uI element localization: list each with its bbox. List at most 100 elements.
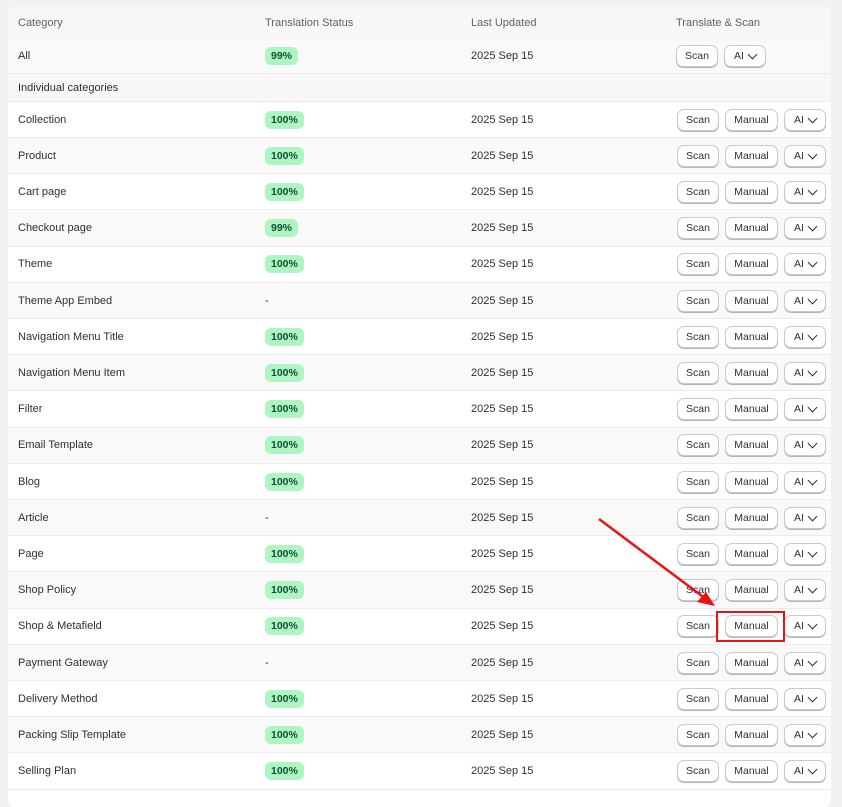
manual-button[interactable]: Manual [725, 180, 778, 203]
scan-button[interactable]: Scan [677, 180, 719, 203]
ai-dropdown-button[interactable]: AI [784, 470, 826, 493]
status-badge: 100% [265, 725, 304, 744]
status-badge: 100% [265, 762, 304, 781]
manual-button[interactable]: Manual [725, 506, 778, 529]
category-name: Collection [18, 113, 67, 126]
scan-button[interactable]: Scan [677, 108, 719, 131]
last-updated: 2025 Sep 15 [471, 113, 534, 126]
category-name: Product [18, 149, 56, 162]
scan-button[interactable]: Scan [677, 579, 719, 602]
scan-button[interactable]: Scan [677, 361, 719, 384]
chevron-down-icon [807, 366, 818, 377]
ai-dropdown-button[interactable]: AI [784, 108, 826, 131]
translation-table: Category Translation Status Last Updated… [8, 7, 831, 807]
manual-button[interactable]: Manual [725, 144, 778, 167]
scan-button[interactable]: Scan [677, 506, 719, 529]
ai-dropdown-button[interactable]: AI [724, 44, 766, 67]
chevron-down-icon [807, 149, 818, 160]
ai-dropdown-button[interactable]: AI [784, 760, 826, 783]
ai-dropdown-button[interactable]: AI [784, 289, 826, 312]
chevron-down-icon [807, 547, 818, 558]
scan-button[interactable]: Scan [677, 325, 719, 348]
chevron-down-icon [807, 656, 818, 666]
row-actions: Scan Manual AI [677, 289, 826, 312]
scan-button[interactable]: Scan [677, 615, 719, 638]
scan-button[interactable]: Scan [677, 760, 719, 783]
ai-dropdown-button[interactable]: AI [784, 361, 826, 384]
scan-button[interactable]: Scan [676, 44, 718, 67]
manual-button[interactable]: Manual [725, 651, 778, 674]
scan-button[interactable]: Scan [677, 651, 719, 674]
manual-button[interactable]: Manual [725, 579, 778, 602]
manual-button[interactable]: Manual [725, 398, 778, 421]
status-badge: 100% [265, 436, 304, 455]
ai-dropdown-button[interactable]: AI [784, 180, 826, 203]
manual-button[interactable]: Manual [725, 542, 778, 565]
manual-button[interactable]: Manual [725, 361, 778, 384]
ai-dropdown-button[interactable]: AI [784, 144, 826, 167]
ai-dropdown-button[interactable]: AI [784, 434, 826, 457]
ai-dropdown-button[interactable]: AI [784, 687, 826, 710]
category-name: Filter [18, 403, 43, 416]
category-name: Cart page [18, 185, 67, 198]
last-updated: 2025 Sep 15 [471, 656, 534, 669]
chevron-down-icon [807, 257, 818, 268]
category-name: Navigation Menu Item [18, 366, 125, 379]
row-actions: Scan AI [676, 44, 766, 67]
ai-dropdown-button[interactable]: AI [784, 253, 826, 276]
ai-dropdown-button[interactable]: AI [784, 723, 826, 746]
ai-dropdown-button[interactable]: AI [784, 651, 826, 674]
chevron-down-icon [807, 185, 818, 196]
category-name: Selling Plan [18, 765, 77, 778]
ai-dropdown-button[interactable]: AI [784, 325, 826, 348]
manual-button[interactable]: Manual [725, 470, 778, 493]
category-name: Article [18, 511, 49, 524]
manual-button[interactable]: Manual [725, 253, 778, 276]
category-name: Page [18, 547, 44, 560]
category-name: Blog [18, 475, 41, 488]
scan-button[interactable]: Scan [677, 144, 719, 167]
ai-dropdown-button[interactable]: AI [784, 506, 826, 529]
scan-button[interactable]: Scan [677, 217, 719, 240]
manual-button[interactable]: Manual [725, 434, 778, 457]
scan-button[interactable]: Scan [677, 434, 719, 457]
scan-button[interactable]: Scan [677, 253, 719, 276]
scan-button[interactable]: Scan [677, 723, 719, 746]
header-updated: Last Updated [471, 16, 537, 29]
manual-button[interactable]: Manual [725, 723, 778, 746]
scan-button[interactable]: Scan [677, 542, 719, 565]
row-actions: Scan Manual AI [677, 398, 826, 421]
annotation-highlight-box [716, 611, 785, 642]
scan-button[interactable]: Scan [677, 289, 719, 312]
scan-button[interactable]: Scan [677, 398, 719, 421]
last-updated: 2025 Sep 15 [471, 439, 534, 452]
chevron-down-icon [807, 511, 818, 522]
table-row: Shop & Metafield 100% 2025 Sep 15 Scan M… [8, 609, 831, 645]
manual-button[interactable]: Manual [725, 687, 778, 710]
last-updated: 2025 Sep 15 [471, 584, 534, 597]
status-badge: 100% [265, 327, 304, 346]
scan-button[interactable]: Scan [677, 687, 719, 710]
status-badge: 99% [265, 46, 299, 65]
scan-button[interactable]: Scan [677, 470, 719, 493]
ai-dropdown-button[interactable]: AI [784, 398, 826, 421]
last-updated: 2025 Sep 15 [471, 511, 534, 524]
manual-button[interactable]: Manual [725, 760, 778, 783]
manual-button[interactable]: Manual [725, 217, 778, 240]
row-actions: Scan Manual AI [677, 542, 826, 565]
table-header: Category Translation Status Last Updated… [8, 7, 831, 38]
manual-button[interactable]: Manual [725, 325, 778, 348]
ai-dropdown-button[interactable]: AI [784, 615, 826, 638]
ai-dropdown-button[interactable]: AI [784, 542, 826, 565]
table-row: Product 100% 2025 Sep 15 Scan Manual AI [8, 138, 831, 175]
status-badge: 100% [265, 472, 304, 491]
manual-button[interactable]: Manual [725, 289, 778, 312]
ai-dropdown-button[interactable]: AI [784, 579, 826, 602]
status-badge: 100% [265, 110, 304, 129]
table-row: Blog 100% 2025 Sep 15 Scan Manual AI [8, 464, 831, 500]
last-updated: 2025 Sep 15 [471, 475, 534, 488]
manual-button[interactable]: Manual [725, 108, 778, 131]
ai-dropdown-button[interactable]: AI [784, 217, 826, 240]
table-row: Payment Gateway - 2025 Sep 15 Scan Manua… [8, 645, 831, 681]
chevron-down-icon [747, 49, 758, 59]
